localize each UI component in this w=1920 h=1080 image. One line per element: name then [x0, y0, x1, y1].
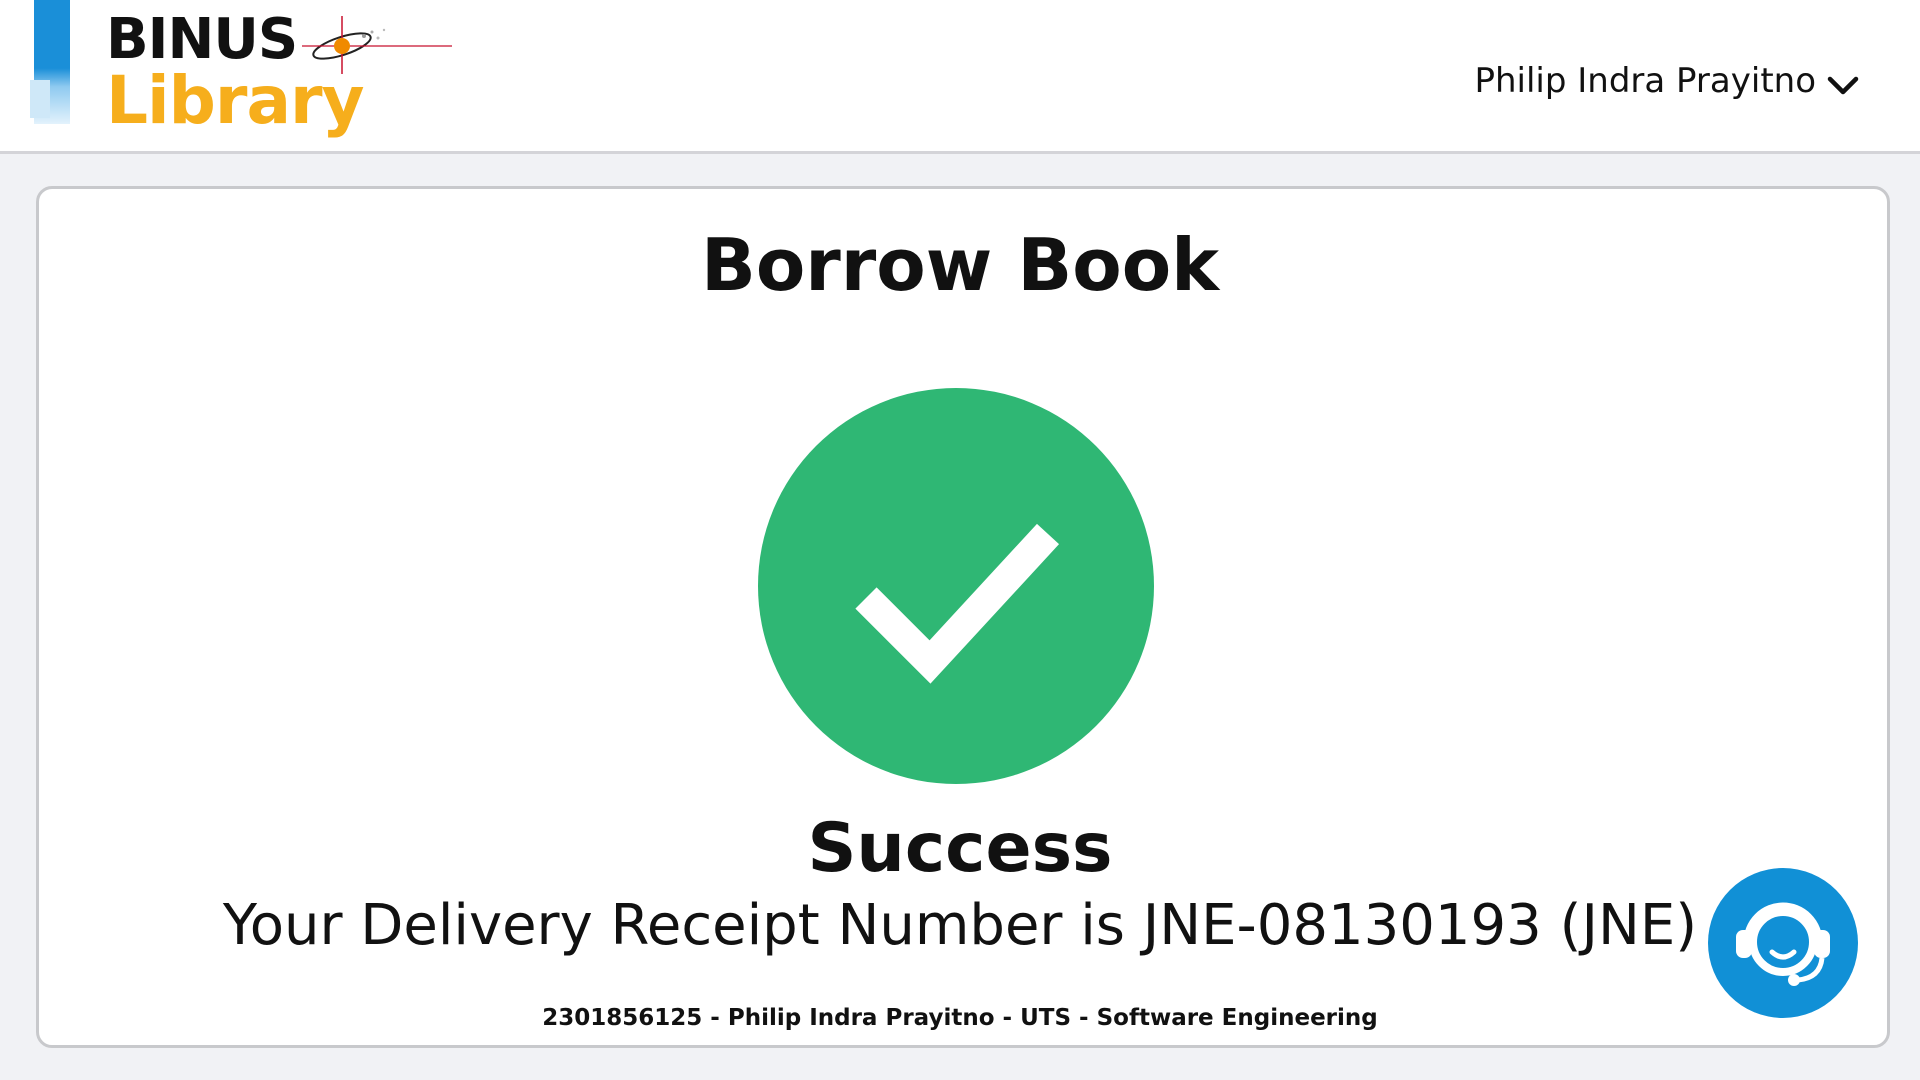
logo-text-binus: BINUS — [106, 7, 298, 72]
top-header: BINUS Library Philip Indra Prayitno — [0, 0, 1920, 154]
user-menu[interactable]: Philip Indra Prayitno — [1474, 56, 1860, 106]
chevron-down-icon[interactable] — [1826, 73, 1860, 97]
success-status-indicator — [758, 388, 1154, 784]
logo-blue-bar — [30, 0, 70, 124]
status-text: Success — [807, 809, 1113, 888]
binus-library-logo[interactable]: BINUS Library — [30, 0, 452, 150]
headset-support-icon — [1736, 902, 1830, 986]
footer-student-info: 2301856125 - Philip Indra Prayitno - UTS… — [542, 1005, 1378, 1031]
support-chat-button[interactable] — [1708, 868, 1858, 1018]
logo-atom-icon — [302, 16, 452, 74]
check-icon — [855, 523, 1060, 684]
page-title: Borrow Book — [700, 223, 1220, 307]
delivery-receipt-message: Your Delivery Receipt Number is JNE-0813… — [222, 893, 1698, 958]
user-name[interactable]: Philip Indra Prayitno — [1474, 61, 1816, 101]
